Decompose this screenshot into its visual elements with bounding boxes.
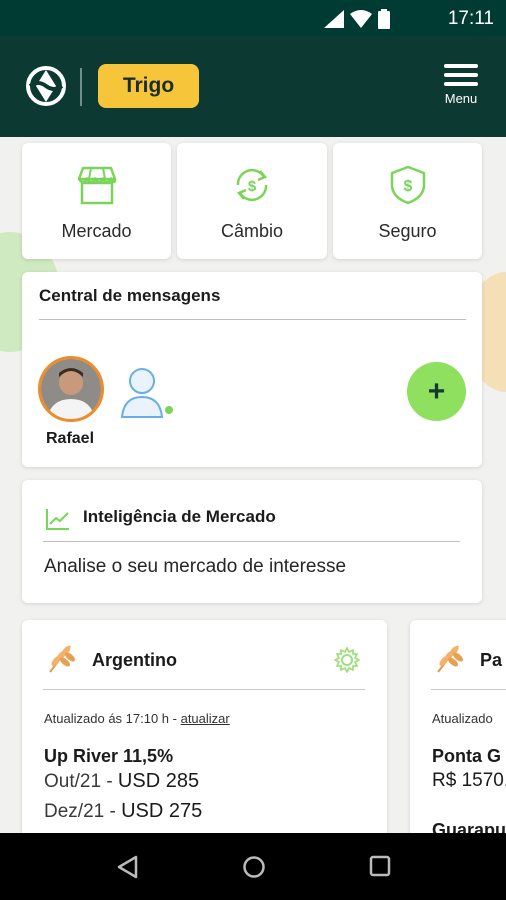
exchange-icon: $ [236, 168, 268, 202]
message-center-card: Central de mensagens Rafael + [22, 272, 482, 467]
tile-label: Seguro [378, 221, 437, 241]
price-row: Out/21 - USD 285 [44, 770, 199, 793]
tile-label: Mercado [61, 221, 132, 241]
divider [43, 541, 460, 542]
back-icon[interactable] [116, 855, 138, 879]
gear-icon[interactable] [333, 646, 361, 674]
price-value: R$ 1570. [432, 770, 506, 791]
intelligence-title: Inteligência de Mercado [83, 507, 276, 526]
svg-text:$: $ [403, 178, 412, 195]
tile-cambio[interactable]: $ Câmbio [177, 143, 327, 259]
market-card-second[interactable]: Pa Atualizado Ponta G R$ 1570. Guarapu [410, 620, 506, 833]
clock: 17:11 [447, 8, 494, 29]
commodity-selector[interactable]: Trigo [98, 64, 199, 108]
hamburger-icon [438, 64, 484, 86]
price-value: USD 275 [121, 800, 203, 822]
divider [43, 689, 365, 690]
status-bar: 17:11 [0, 0, 506, 36]
app-logo-icon[interactable] [26, 66, 66, 106]
add-contact-button[interactable]: + [407, 362, 466, 421]
store-icon [77, 166, 116, 205]
updated-text: Atualizado [432, 711, 493, 726]
divider [39, 319, 466, 320]
contact-name: Rafael [46, 430, 95, 447]
intelligence-subtitle: Analise o seu mercado de interesse [44, 556, 347, 577]
update-info: Atualizado ás 17:10 h - atualizar [44, 711, 230, 726]
battery-icon [378, 9, 390, 29]
refresh-link[interactable]: atualizar [181, 711, 230, 726]
price-row: Dez/21 - USD 275 [44, 800, 202, 823]
updated-text: Atualizado ás 17:10 h - [44, 711, 181, 726]
price-value: USD 285 [117, 770, 200, 792]
price-month: Out/21 - [44, 771, 118, 792]
market-intelligence-card[interactable]: Inteligência de Mercado Analise o seu me… [22, 480, 482, 603]
system-nav-bar [0, 833, 506, 900]
main-content[interactable]: Mercado $ Câmbio $ Seguro Central de men… [0, 137, 506, 833]
wheat-icon [437, 645, 463, 673]
price-month: Dez/21 - [44, 801, 122, 822]
recents-icon[interactable] [369, 855, 391, 877]
wheat-icon [49, 645, 75, 673]
signal-icon [324, 10, 344, 28]
header-divider [80, 68, 82, 106]
menu-label: Menu [444, 91, 478, 106]
avatar[interactable] [38, 356, 104, 422]
menu-button[interactable]: Menu [438, 64, 484, 106]
app-header: Trigo Menu [0, 36, 506, 137]
product-name: Ponta G [432, 746, 502, 766]
wifi-icon [350, 10, 372, 28]
user-avatar-icon[interactable] [118, 361, 166, 421]
tile-mercado[interactable]: Mercado [22, 143, 171, 259]
online-status-dot [163, 404, 175, 416]
trend-chart-icon [46, 509, 69, 530]
tile-label: Câmbio [220, 221, 284, 241]
person-photo-icon [41, 359, 101, 419]
shield-dollar-icon: $ [390, 165, 425, 205]
market-name: Pa [480, 650, 503, 670]
home-icon[interactable] [242, 855, 266, 879]
market-name: Argentino [92, 650, 177, 670]
product-name: Up River 11,5% [44, 746, 174, 766]
message-center-title: Central de mensagens [39, 286, 221, 305]
tile-seguro[interactable]: $ Seguro [333, 143, 482, 259]
market-card-argentino[interactable]: Argentino Atualizado ás 17:10 h - atuali… [22, 620, 387, 833]
product-name: Guarapu [432, 820, 506, 833]
divider [431, 689, 506, 690]
svg-text:$: $ [248, 178, 257, 195]
